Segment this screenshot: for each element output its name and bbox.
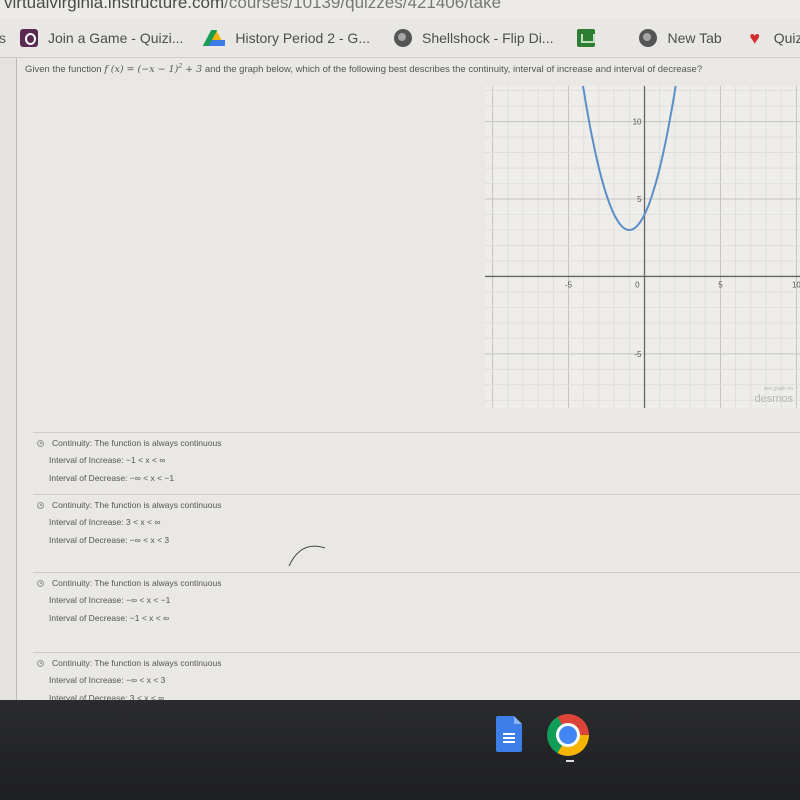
- globe-icon: [639, 28, 658, 47]
- radio-button[interactable]: [37, 659, 44, 667]
- option-increase: Interval of Increase: −∞ < x < 3: [49, 675, 166, 685]
- address-bar[interactable]: virtualvirginia.instructure.com/courses/…: [0, 0, 800, 18]
- google-drive-icon: [207, 29, 226, 46]
- screen-smudge: [288, 545, 326, 567]
- os-shelf: [0, 700, 800, 800]
- desmos-watermark[interactable]: see graph on desmos: [754, 384, 793, 405]
- google-classroom-icon: [577, 28, 596, 47]
- function-rhs: + 3: [182, 64, 203, 76]
- question-prefix: Given the function: [25, 64, 105, 76]
- option-increase: Interval of Increase: −1 < x < ∞: [49, 455, 166, 465]
- url-text[interactable]: virtualvirginia.instructure.com/courses/…: [4, 0, 501, 13]
- answer-option-1[interactable]: Continuity: The function is always conti…: [33, 432, 800, 494]
- option-continuity: Continuity: The function is always conti…: [52, 500, 222, 510]
- answer-option-3[interactable]: Continuity: The function is always conti…: [33, 572, 800, 652]
- heart-icon: ♥: [749, 27, 761, 48]
- function-lhs: f (x) = (−x − 1): [104, 64, 179, 76]
- graph-canvas: -5 0 5 10 -5 5 10: [485, 86, 800, 408]
- x-tick-label: 10: [792, 280, 800, 289]
- url-host: virtualvirginia.instructure.com: [4, 0, 225, 12]
- bookmark-quizizz[interactable]: Join a Game - Quizi...: [20, 28, 184, 47]
- bookmarks-bar: s Join a Game - Quizi... History Period …: [0, 18, 800, 58]
- quiz-page: Given the function f (x) = (−x − 1)2 + 3…: [16, 58, 800, 703]
- radio-button[interactable]: [37, 501, 44, 509]
- y-tick-label: -5: [634, 350, 642, 359]
- bookmark-truncated[interactable]: s: [0, 30, 6, 46]
- bookmark-quiz-homework[interactable]: ♥ Quiz: 5.2a Homew: [746, 29, 800, 47]
- option-continuity: Continuity: The function is always conti…: [52, 438, 222, 448]
- x-tick-label: -5: [565, 280, 573, 289]
- x-tick-label: 5: [718, 280, 723, 289]
- bookmark-history-period[interactable]: History Period 2 - G...: [207, 29, 370, 46]
- function-expression: f (x) = (−x − 1)2 + 3: [104, 63, 203, 76]
- option-decrease: Interval of Decrease: −∞ < x < 3: [49, 535, 170, 545]
- x-tick-label: 0: [635, 280, 640, 289]
- option-continuity: Continuity: The function is always conti…: [52, 658, 222, 668]
- bookmark-label: New Tab: [667, 29, 722, 46]
- globe-icon: [393, 28, 412, 47]
- option-decrease: Interval of Decrease: −∞ < x < −1: [49, 473, 175, 483]
- bookmark-new-tab[interactable]: New Tab: [639, 28, 722, 47]
- running-indicator: [566, 760, 574, 762]
- question-suffix: and the graph below, which of the follow…: [202, 64, 703, 76]
- option-increase: Interval of Increase: 3 < x < ∞: [49, 517, 161, 527]
- chrome-icon: [547, 714, 589, 756]
- quizizz-icon: [20, 28, 38, 47]
- question-text: Given the function f (x) = (−x − 1)2 + 3…: [25, 63, 702, 75]
- radio-button[interactable]: [37, 579, 44, 587]
- option-continuity: Continuity: The function is always conti…: [52, 578, 222, 588]
- y-tick-label: 10: [633, 118, 642, 127]
- shelf-app-docs[interactable]: [488, 714, 528, 754]
- bookmark-label: Join a Game - Quizi...: [48, 29, 184, 46]
- bookmark-label: History Period 2 - G...: [235, 29, 370, 46]
- bookmark-label: Shellshock - Flip Di...: [421, 29, 554, 46]
- bookmark-label: Quiz: 5.2a Homew: [773, 29, 800, 46]
- bookmark-shellshock[interactable]: Shellshock - Flip Di...: [393, 28, 554, 47]
- option-increase: Interval of Increase: −∞ < x < −1: [49, 595, 171, 605]
- radio-button[interactable]: [37, 439, 44, 447]
- google-docs-icon: [496, 716, 522, 752]
- url-path: /courses/10139/quizzes/421406/take: [224, 0, 502, 12]
- desmos-graph: -5 0 5 10 -5 5 10 see graph on desmos: [485, 86, 800, 408]
- desmos-logo: desmos: [754, 393, 793, 405]
- answer-option-2[interactable]: Continuity: The function is always conti…: [33, 494, 800, 572]
- answer-option-4[interactable]: Continuity: The function is always conti…: [33, 652, 800, 703]
- shelf-app-chrome[interactable]: [545, 714, 589, 756]
- y-tick-label: 5: [637, 195, 642, 204]
- bookmark-classroom[interactable]: [577, 28, 605, 47]
- option-decrease: Interval of Decrease: −1 < x < ∞: [49, 613, 170, 623]
